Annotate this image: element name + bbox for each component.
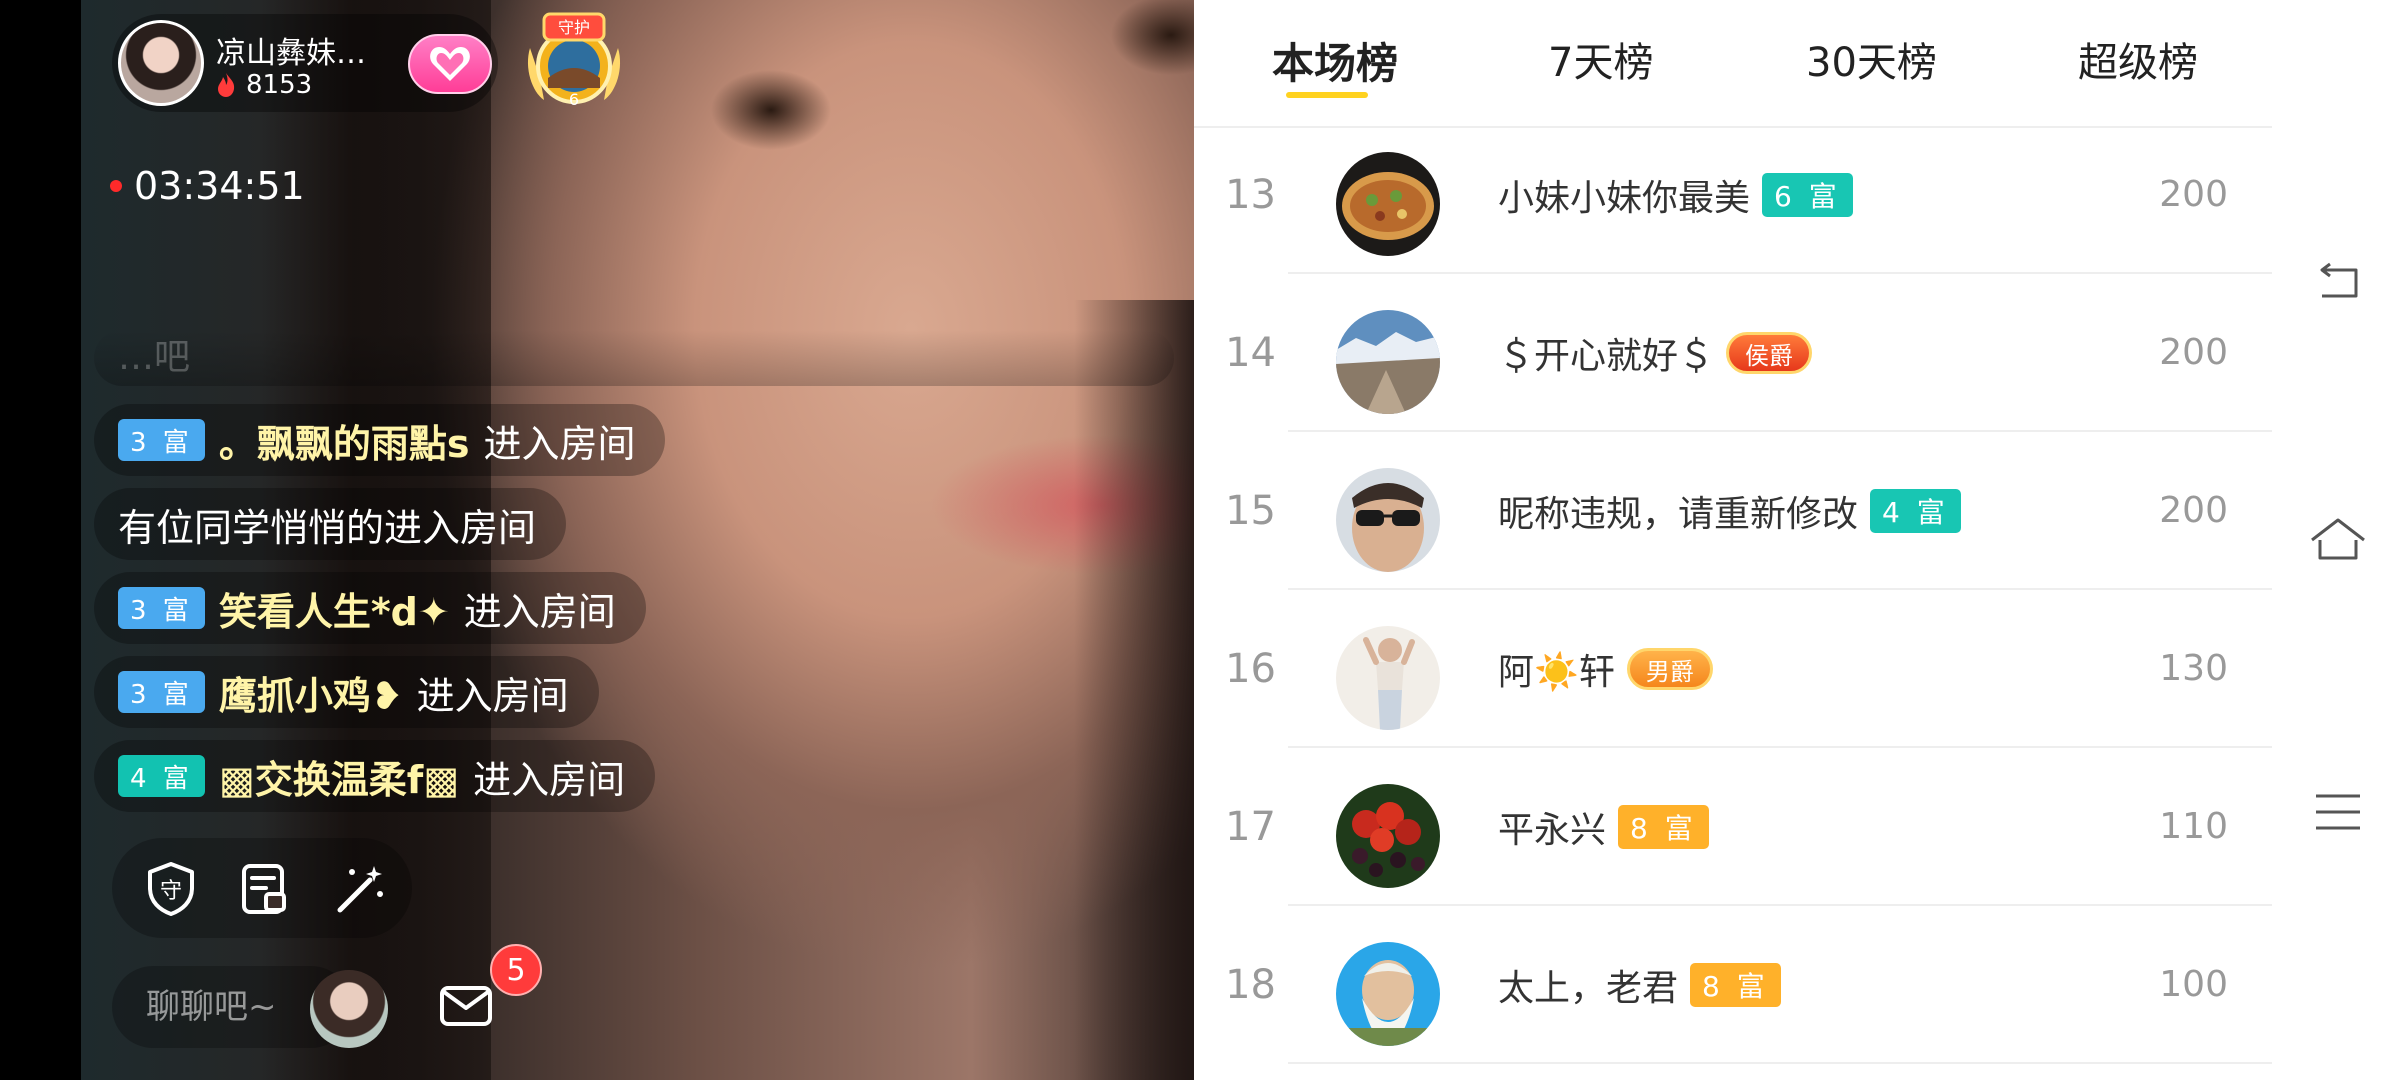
chat-action-text: 进入房间 xyxy=(483,421,636,466)
noble-badge: 侯爵 xyxy=(1726,332,1813,374)
rank-score: 200 xyxy=(2159,490,2228,531)
chat-username[interactable]: 鹰抓小鸡❥ xyxy=(219,665,403,720)
rich-level-badge: 4 富 xyxy=(1870,489,1961,533)
rank-username[interactable]: 昵称违规，请重新修改 xyxy=(1498,485,1858,537)
rank-user: ＄开心就好＄ 侯爵 xyxy=(1498,274,1813,432)
rank-number: 17 xyxy=(1225,804,1276,850)
chat-message[interactable]: 3 富 。飘飘的雨點s 进入房间 xyxy=(94,404,666,476)
guard-icon[interactable]: 守 xyxy=(142,860,200,918)
back-icon[interactable] xyxy=(2308,256,2368,316)
tab-super[interactable]: 超级榜 xyxy=(2078,30,2198,88)
tab-7-days[interactable]: 7天榜 xyxy=(1548,30,1653,88)
rank-row[interactable]: 14 ＄开心就好＄ 侯爵 200 xyxy=(1194,274,2272,432)
rank-user: 阿☀️轩 男爵 xyxy=(1498,590,1713,748)
noble-badge: 男爵 xyxy=(1626,648,1713,690)
heart-icon xyxy=(430,47,470,81)
chat-message[interactable]: 3 富 笑看人生*d✦ 进入房间 xyxy=(94,572,646,644)
mail-icon[interactable] xyxy=(432,972,500,1040)
magic-wand-icon[interactable] xyxy=(330,860,388,918)
live-timer: 03:34:51 xyxy=(110,164,305,208)
rank-user: 昵称违规，请重新修改 4 富 xyxy=(1498,432,1961,590)
chat-action-text: 进入房间 xyxy=(463,589,616,634)
rank-number: 14 xyxy=(1225,330,1276,376)
rank-number: 18 xyxy=(1225,962,1276,1008)
tab-current-session[interactable]: 本场榜 xyxy=(1272,30,1398,91)
leaderboard-panel: 本场榜 7天榜 30天榜 超级榜 13 小妹小妹你最美 6 富 200 14 ＄… xyxy=(1194,0,2272,1080)
host-heat: 8153 xyxy=(216,70,312,100)
rank-score: 110 xyxy=(2159,806,2228,847)
chat-action-text: 进入房间 xyxy=(473,757,626,802)
rank-number: 15 xyxy=(1225,488,1276,534)
home-icon[interactable] xyxy=(2308,510,2368,570)
rank-score: 200 xyxy=(2159,332,2228,373)
follow-button[interactable] xyxy=(408,34,492,94)
host-avatar[interactable] xyxy=(118,20,204,106)
rich-level-badge: 8 富 xyxy=(1690,963,1781,1007)
guard-badge-number: 6 xyxy=(569,90,579,109)
user-avatar[interactable] xyxy=(1336,784,1440,888)
chat-level-badge: 3 富 xyxy=(118,587,205,629)
rank-row[interactable]: 13 小妹小妹你最美 6 富 200 xyxy=(1194,116,2272,274)
live-dot-icon xyxy=(110,180,122,192)
chat-level-badge: 4 富 xyxy=(118,755,205,797)
rank-row[interactable]: 17 平永兴 8 富 110 xyxy=(1194,748,2272,906)
mail-unread-badge: 5 xyxy=(490,944,542,996)
guard-badge-label: 守护 xyxy=(558,18,590,37)
host-name: 凉山彝妹… xyxy=(216,36,366,71)
tab-30-days[interactable]: 30天榜 xyxy=(1806,30,1937,88)
chat-message-faded: …吧 xyxy=(94,330,1174,386)
rank-score: 130 xyxy=(2159,648,2228,689)
menu-icon[interactable] xyxy=(2308,782,2368,842)
flame-icon xyxy=(218,73,235,97)
user-avatar[interactable] xyxy=(1336,942,1440,1046)
guard-badge-icon[interactable]: 守护 6 xyxy=(522,8,626,112)
rank-score: 100 xyxy=(2159,964,2228,1005)
rank-score: 200 xyxy=(2159,174,2228,215)
viewer-avatar[interactable] xyxy=(310,970,388,1048)
rank-username[interactable]: ＄开心就好＄ xyxy=(1498,327,1714,379)
user-avatar[interactable] xyxy=(1336,468,1440,572)
stream-toolbar: 守 xyxy=(112,838,412,938)
chat-message[interactable]: 有位同学悄悄的进入房间 xyxy=(94,488,567,560)
stream-background-edge xyxy=(1074,300,1194,1080)
system-navigation-bar xyxy=(2272,0,2400,1080)
rank-user: 小妹小妹你最美 6 富 xyxy=(1498,116,1853,274)
host-info-pill[interactable]: 凉山彝妹… 8153 xyxy=(112,14,498,112)
chat-level-badge: 3 富 xyxy=(118,419,205,461)
live-timer-value: 03:34:51 xyxy=(134,164,305,208)
chat-message[interactable]: 4 富 ▩交换温柔f▩ 进入房间 xyxy=(94,740,656,812)
rank-number: 16 xyxy=(1225,646,1276,692)
rich-level-badge: 8 富 xyxy=(1618,805,1709,849)
chat-level-badge: 3 富 xyxy=(118,671,205,713)
rank-row[interactable]: 15 昵称违规，请重新修改 4 富 200 xyxy=(1194,432,2272,590)
row-divider xyxy=(1288,1062,2272,1064)
rich-level-badge: 6 富 xyxy=(1762,173,1853,217)
rank-number: 13 xyxy=(1225,172,1276,218)
user-avatar[interactable] xyxy=(1336,626,1440,730)
rank-username[interactable]: 太上，老君 xyxy=(1498,959,1678,1011)
rank-username[interactable]: 小妹小妹你最美 xyxy=(1498,169,1750,221)
rank-row[interactable]: 18 太上，老君 8 富 100 xyxy=(1194,906,2272,1064)
chat-system-text: 有位同学悄悄的进入房间 xyxy=(118,505,537,550)
user-avatar[interactable] xyxy=(1336,310,1440,414)
rank-username[interactable]: 平永兴 xyxy=(1498,801,1606,853)
active-tab-indicator xyxy=(1286,92,1368,98)
leaderboard-tabs: 本场榜 7天榜 30天榜 超级榜 xyxy=(1194,0,2272,128)
chat-username[interactable]: ▩交换温柔f▩ xyxy=(219,749,459,804)
chat-action-text: 进入房间 xyxy=(416,673,569,718)
svg-text:守: 守 xyxy=(160,879,182,904)
user-avatar[interactable] xyxy=(1336,152,1440,256)
task-icon[interactable] xyxy=(236,860,294,918)
rank-user: 平永兴 8 富 xyxy=(1498,748,1709,906)
rank-user: 太上，老君 8 富 xyxy=(1498,906,1781,1064)
host-heat-value: 8153 xyxy=(246,70,313,100)
rank-username[interactable]: 阿☀️轩 xyxy=(1498,643,1615,695)
chat-username[interactable]: 笑看人生*d✦ xyxy=(219,581,450,636)
chat-message[interactable]: 3 富 鹰抓小鸡❥ 进入房间 xyxy=(94,656,599,728)
chat-username[interactable]: 。飘飘的雨點s xyxy=(219,413,470,468)
rank-row[interactable]: 16 阿☀️轩 男爵 130 xyxy=(1194,590,2272,748)
